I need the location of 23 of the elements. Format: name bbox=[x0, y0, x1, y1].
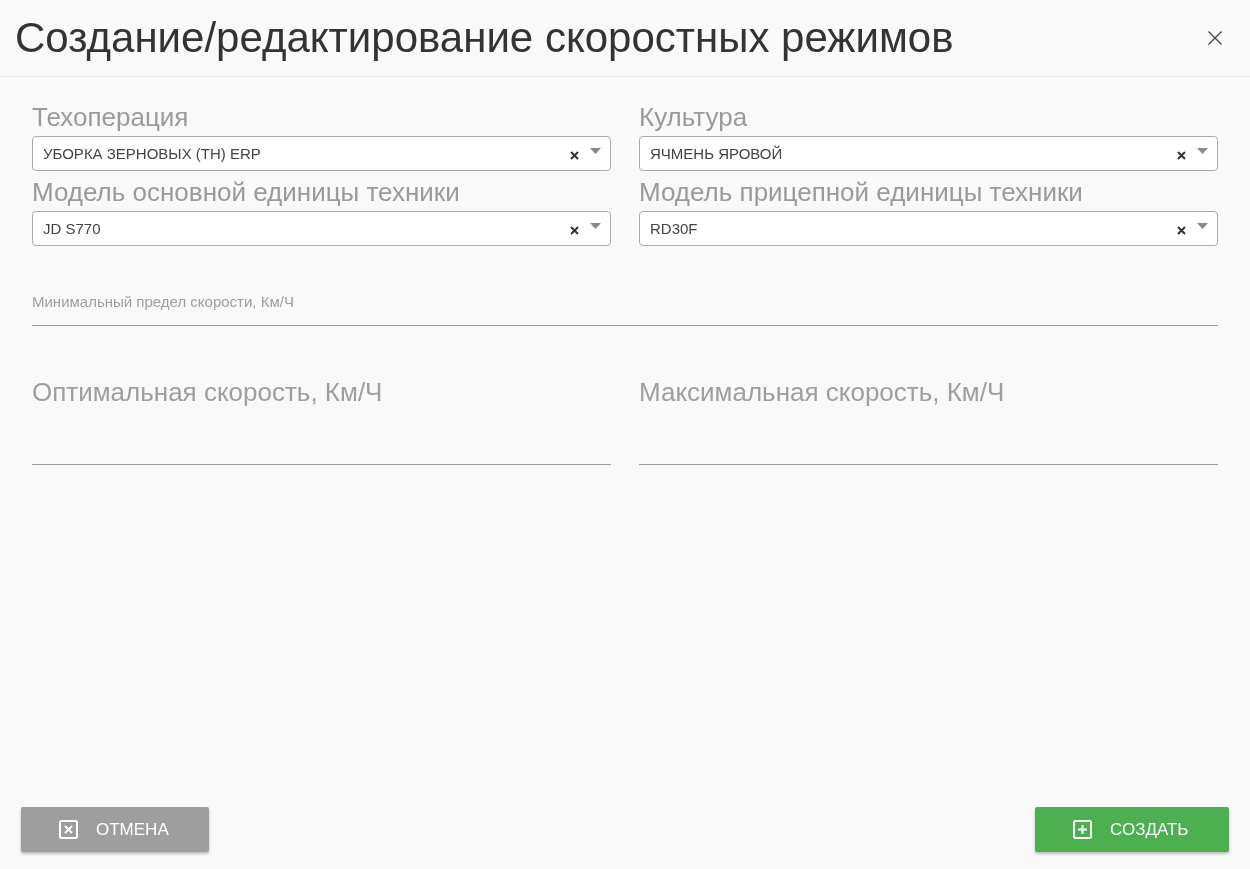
clear-icon[interactable] bbox=[570, 225, 579, 235]
field-label: Максимальная скорость, Км/Ч bbox=[639, 377, 1006, 407]
caret-icon bbox=[590, 148, 601, 154]
clear-icon[interactable] bbox=[1177, 225, 1186, 235]
plus-square-icon bbox=[1073, 820, 1092, 839]
select-field[interactable]: УБОРКА ЗЕРНОВЫХ (TH) ERP bbox=[32, 136, 611, 171]
clear-icon[interactable] bbox=[570, 150, 579, 160]
dialog-title: Создание/редактирование скоростных режимов bbox=[15, 13, 954, 63]
select-field[interactable]: ЯЧМЕНЬ ЯРОВОЙ bbox=[639, 136, 1218, 171]
field-label: Модель основной единицы техники bbox=[32, 177, 461, 207]
caret-icon bbox=[590, 223, 601, 229]
field-label: Техоперация bbox=[32, 102, 190, 132]
caret-icon bbox=[1197, 148, 1208, 154]
clear-icon[interactable] bbox=[1177, 150, 1186, 160]
field-label: Культура bbox=[639, 102, 749, 132]
field-label: Оптимальная скорость, Км/Ч bbox=[32, 377, 384, 407]
field-label: Модель прицепной единицы техники bbox=[639, 177, 1084, 207]
select-field[interactable]: RD30F bbox=[639, 211, 1218, 246]
caret-icon bbox=[1197, 223, 1208, 229]
select-field[interactable]: JD S770 bbox=[32, 211, 611, 246]
field-label: Минимальный предел скорости, Км/Ч bbox=[32, 292, 295, 312]
close-square-icon bbox=[59, 820, 78, 839]
close-icon[interactable] bbox=[1208, 31, 1222, 45]
